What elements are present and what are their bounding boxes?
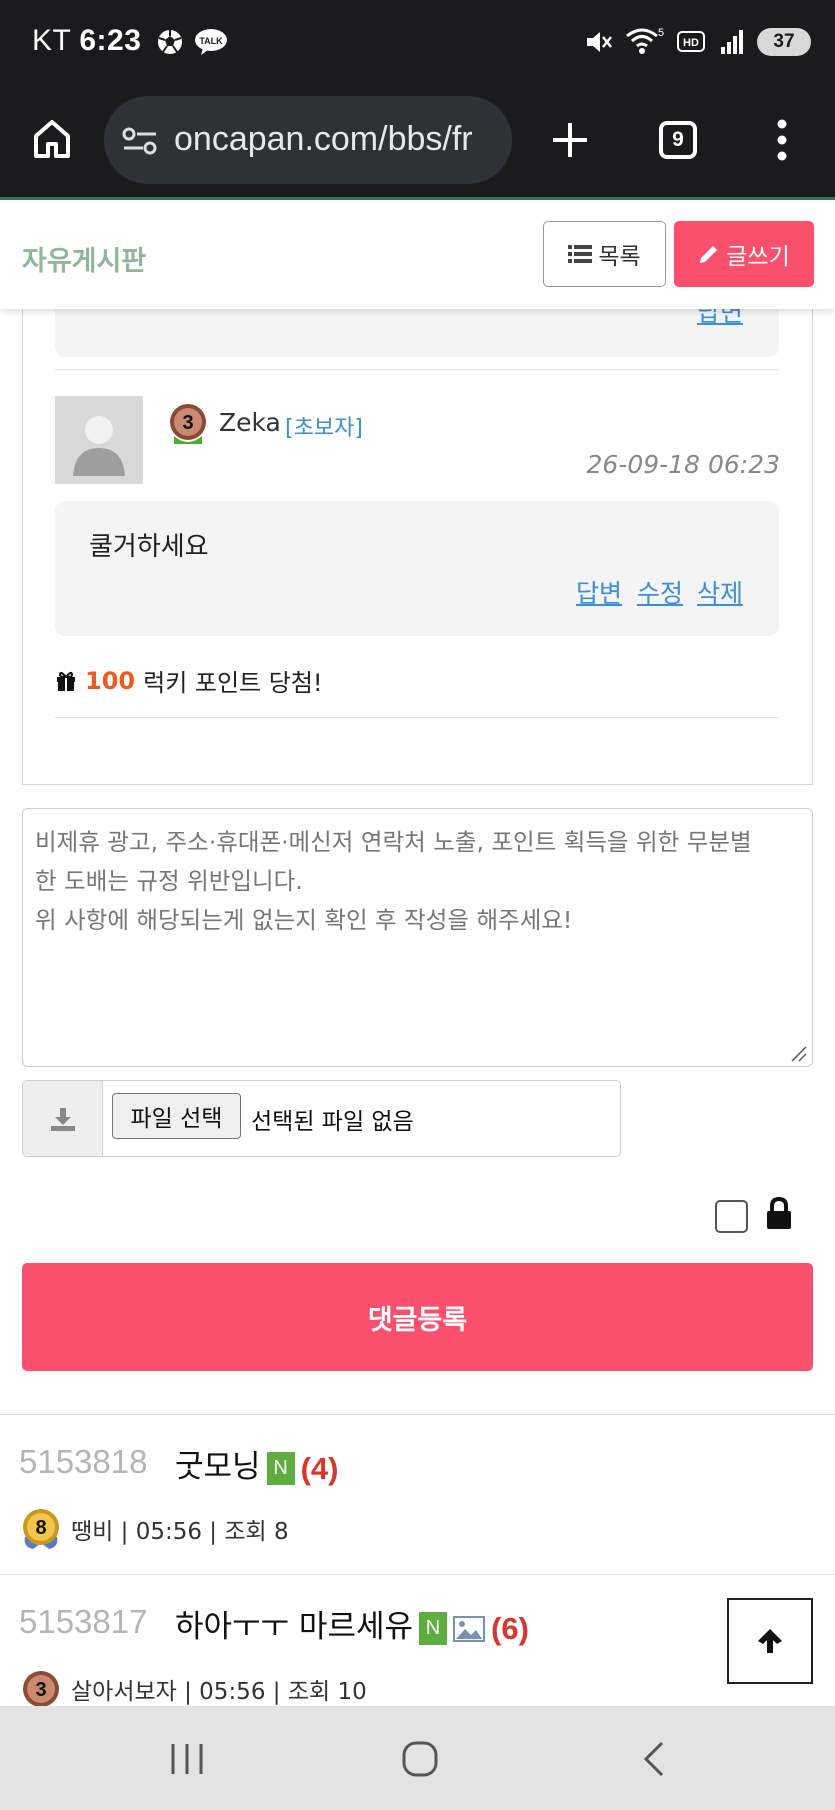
- scroll-to-top-button[interactable]: [727, 1598, 813, 1684]
- level-badge-icon: 3: [170, 404, 206, 444]
- file-status: 선택된 파일 없음: [251, 1109, 414, 1135]
- browser-toolbar: oncapan.com/bbs/fr 9: [0, 88, 835, 200]
- post-title[interactable]: 굿모닝: [175, 1449, 261, 1485]
- battery-icon: 37: [757, 28, 811, 56]
- post-list: 5153818 굿모닝 N (4) 8 땡비 | 05:56 | 조회 8 5153…: [0, 1414, 835, 1735]
- edit-link[interactable]: 수정: [637, 574, 683, 610]
- more-menu-icon[interactable]: [772, 118, 792, 162]
- system-icons: 5 HD 37: [583, 26, 811, 58]
- carrier-label: KT: [32, 24, 72, 57]
- wifi-icon: 5: [626, 27, 664, 54]
- post-meta-text: 살아서보자 | 05:56 | 조회 10: [71, 1679, 367, 1705]
- comment-author[interactable]: Zeka: [219, 408, 281, 437]
- system-navigation-bar: [0, 1706, 835, 1810]
- post-title-row[interactable]: 하아ㅜㅜ 마르세유 N (6): [175, 1601, 529, 1647]
- write-button-label: 글쓰기: [726, 244, 790, 270]
- secret-checkbox[interactable]: [715, 1200, 748, 1233]
- level-number: 3: [35, 1679, 46, 1701]
- post-meta: 3 살아서보자 | 05:56 | 조회 10: [19, 1667, 367, 1711]
- home-nav-icon[interactable]: [401, 1740, 439, 1778]
- comment-count: (6): [491, 1610, 529, 1646]
- new-tab-icon[interactable]: [550, 120, 590, 160]
- lucky-points: 100: [85, 666, 136, 695]
- comment-divider: [55, 717, 779, 718]
- reply-link[interactable]: 답변: [576, 574, 622, 610]
- post-title-row[interactable]: 굿모닝 N (4): [175, 1441, 338, 1487]
- new-badge: N: [266, 1452, 295, 1485]
- post-number: 5153818: [19, 1443, 148, 1480]
- avatar[interactable]: [55, 396, 143, 484]
- level-badge-icon: 8: [23, 1509, 59, 1549]
- level-number: 8: [35, 1517, 46, 1539]
- lucky-point-notice: 100 럭키 포인트 당첨!: [55, 663, 323, 698]
- site-settings-icon[interactable]: [122, 126, 158, 156]
- gift-icon: [57, 671, 75, 691]
- new-badge: N: [419, 1612, 448, 1645]
- level-badge-icon: 3: [23, 1671, 59, 1707]
- board-title[interactable]: 자유게시판: [22, 239, 146, 278]
- address-bar[interactable]: oncapan.com/bbs/fr: [104, 96, 512, 184]
- default-user-icon: [55, 396, 143, 484]
- tab-switcher-button[interactable]: 9: [659, 121, 697, 159]
- home-icon[interactable]: [32, 118, 72, 160]
- board-header: 자유게시판 목록 글쓰기: [0, 203, 835, 309]
- comment-divider: [55, 369, 779, 370]
- post-meta: 8 땡비 | 05:56 | 조회 8: [19, 1507, 289, 1551]
- comment-date: 26-09-18 06:23: [586, 450, 780, 479]
- hd-label: HD: [683, 37, 699, 49]
- write-button[interactable]: 글쓰기: [674, 221, 814, 287]
- mute-icon: [587, 32, 612, 52]
- back-icon[interactable]: [640, 1740, 668, 1778]
- post-meta-text: 땡비 | 05:56 | 조회 8: [71, 1519, 289, 1545]
- status-bar: KT 6:23 TALK 5 HD 37: [0, 0, 835, 88]
- clock: 6:23: [79, 24, 142, 57]
- lucky-text: 럭키 포인트 당첨!: [143, 669, 323, 697]
- delete-link[interactable]: 삭제: [697, 574, 743, 610]
- url-text: oncapan.com/bbs/fr: [174, 120, 473, 158]
- comment-text: 쿨거하세요: [89, 532, 209, 562]
- post-number: 5153817: [19, 1603, 148, 1640]
- comment-textarea[interactable]: 비제휴 광고, 주소·휴대폰·메신저 연락처 노출, 포인트 획득을 위한 무분…: [22, 808, 813, 1067]
- post-title[interactable]: 하아ㅜㅜ 마르세유: [175, 1609, 413, 1645]
- kakaotalk-icon: TALK: [195, 29, 227, 55]
- recent-apps-icon[interactable]: [167, 1742, 207, 1776]
- pencil-icon: [700, 246, 718, 263]
- status-time: KT 6:23: [32, 24, 141, 58]
- wifi-label: 5: [658, 27, 664, 39]
- author-grade: [초보자]: [285, 416, 363, 441]
- comment-count: (4): [300, 1450, 339, 1486]
- level-number: 3: [182, 412, 193, 434]
- submit-comment-button[interactable]: 댓글등록: [22, 1263, 813, 1371]
- notification-icons: TALK: [156, 28, 228, 56]
- comment-bubble: [55, 501, 779, 636]
- lock-icon: [767, 1196, 791, 1229]
- arrow-up-icon: [758, 1629, 782, 1653]
- svg-text:TALK: TALK: [199, 36, 223, 46]
- soccer-ball-icon: [158, 30, 182, 54]
- file-input[interactable]: 파일 선택 선택된 파일 없음: [22, 1080, 621, 1157]
- list-item[interactable]: 5153818 굿모닝 N (4) 8 땡비 | 05:56 | 조회 8: [0, 1415, 835, 1575]
- download-icon: [50, 1107, 75, 1131]
- file-select-button[interactable]: 파일 선택: [112, 1093, 241, 1139]
- file-icon-box: [23, 1081, 103, 1156]
- signal-icon: [721, 30, 743, 54]
- previous-comment-bubble: [55, 309, 779, 357]
- hd-voice-icon: HD: [677, 31, 705, 52]
- resize-handle-icon[interactable]: [789, 1044, 807, 1062]
- list-button-label: 목록: [598, 244, 641, 270]
- list-button[interactable]: 목록: [543, 221, 666, 287]
- image-icon: [453, 1615, 486, 1642]
- list-icon: [568, 245, 593, 263]
